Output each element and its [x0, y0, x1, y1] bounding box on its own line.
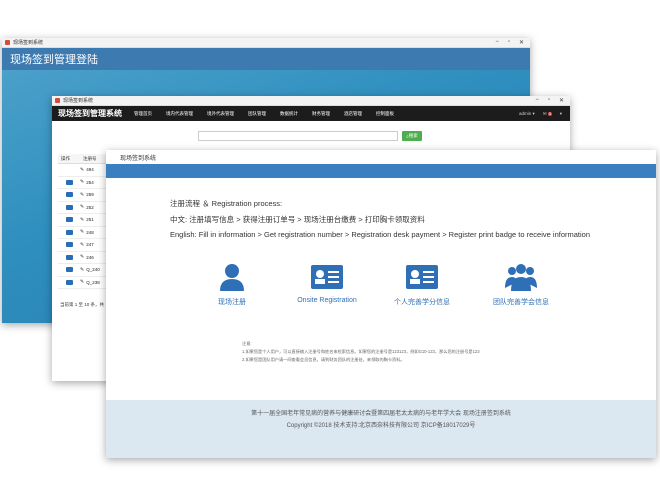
screenshot-stage: 现场签到系统 − ▫ ✕ 现场签到管理登陆 现场签到系统 − ▫ ✕ 现场签到管…: [0, 0, 660, 500]
process-chinese: 中文: 注册填写信息 > 获得注册订单号 > 现场注册台缴费 > 打印胸卡领取资…: [170, 214, 425, 224]
menu-item-hotel[interactable]: 酒店管理: [344, 111, 362, 117]
maximize-icon[interactable]: ▫: [548, 97, 550, 104]
registration-number: 259: [86, 192, 94, 198]
edit-icon[interactable]: ✎: [80, 167, 84, 173]
edit-icon[interactable]: ✎: [80, 179, 84, 185]
printer-icon[interactable]: [65, 229, 73, 235]
printer-icon[interactable]: [65, 254, 73, 260]
brand-title: 现场签到管理系统: [58, 109, 122, 118]
footer-copyright: Copyright ©2018 技术支持:北京西奈科技有限公司 京ICP备180…: [286, 423, 476, 429]
registration-number: 254: [86, 179, 94, 185]
menu-item-domestic[interactable]: 境内代表管理: [166, 111, 193, 117]
team-society-link[interactable]: 团队完善学会信息: [481, 262, 561, 307]
onsite-register-link[interactable]: 现场注册: [202, 262, 262, 307]
edit-icon[interactable]: ✎: [80, 279, 84, 285]
edit-icon[interactable]: ✎: [80, 217, 84, 223]
registration-number: 251: [86, 217, 94, 223]
pagination-info: 当前第 1 至 10 条，共: [60, 302, 105, 307]
process-title: 注册流程 ＆ Registration process:: [170, 199, 283, 208]
window-title: 现场签到系统: [63, 98, 94, 104]
personal-credits-link[interactable]: 个人完善学分信息: [382, 262, 462, 307]
printer-icon[interactable]: [65, 179, 73, 185]
group-icon: [505, 264, 537, 291]
login-header: 现场签到管理登陆: [2, 48, 530, 70]
close-icon[interactable]: ✕: [519, 39, 524, 46]
registration-number: 248: [86, 229, 94, 235]
registration-window-titlebar: 现场签到系统: [106, 150, 656, 164]
window-title: 现场签到系统: [13, 40, 44, 46]
registration-number: 247: [86, 242, 94, 248]
user-menu[interactable]: admin ▾: [519, 111, 535, 117]
maximize-icon[interactable]: ▫: [508, 39, 510, 46]
minimize-icon[interactable]: −: [535, 97, 539, 104]
app-icon: [55, 98, 60, 103]
id-card-icon: [311, 265, 343, 289]
icon-label: 现场注册: [218, 299, 246, 306]
login-page-title: 现场签到管理登陆: [10, 54, 98, 66]
column-header-regno: 注册号: [83, 155, 97, 161]
registration-number: 252: [86, 204, 94, 210]
management-window-titlebar: 现场签到系统 − ▫ ✕: [52, 96, 570, 106]
edit-icon[interactable]: ✎: [80, 254, 84, 260]
edit-icon[interactable]: ✎: [80, 204, 84, 210]
main-menu: 管理首页 境内代表管理 境外代表管理 团队管理 数据统计 财务管理 酒店管理 控…: [134, 111, 394, 117]
chevron-down-icon[interactable]: ▾: [560, 111, 562, 117]
search-bar: ⌕ 搜索: [198, 131, 422, 141]
id-card-icon: [406, 265, 438, 289]
onsite-registration-link[interactable]: Onsite Registration: [282, 262, 372, 304]
footer-event-title: 第十一届全国老年常见病的营养与健康研讨会暨第四届老太太病的与老年学大会 现场注册…: [251, 411, 511, 417]
printer-icon[interactable]: [65, 242, 73, 248]
edit-icon[interactable]: ✎: [80, 229, 84, 235]
printer-icon[interactable]: [65, 192, 73, 198]
registration-number: Q_240: [86, 267, 100, 273]
search-input[interactable]: [198, 131, 398, 141]
icon-label: 团队完善学会信息: [493, 299, 549, 306]
menu-item-control-panel[interactable]: 控制面板: [376, 111, 394, 117]
notification-badge: 3: [547, 111, 552, 116]
note-line: 2.如果您是团队用户请一间查看会员信息，请到财务团队的注册处，来领取的胸卡资料。: [242, 357, 405, 362]
minimize-icon[interactable]: −: [495, 39, 499, 46]
menu-item-home[interactable]: 管理首页: [134, 111, 152, 117]
column-header-actions: 操作: [61, 155, 70, 161]
top-navbar: 现场签到管理系统 管理首页 境内代表管理 境外代表管理 团队管理 数据统计 财务…: [52, 106, 570, 121]
edit-icon[interactable]: ✎: [80, 242, 84, 248]
app-icon: [5, 40, 10, 45]
header-band: [106, 164, 656, 178]
notification-icon[interactable]: ✉ 3: [543, 111, 552, 117]
printer-icon[interactable]: [65, 204, 73, 210]
menu-item-finance[interactable]: 财务管理: [312, 111, 330, 117]
user-area: admin ▾ ✉ 3 ▾: [519, 111, 570, 117]
printer-icon[interactable]: [65, 267, 73, 273]
registration-number: 246: [86, 254, 94, 260]
note-line: 1.如果您是个人用户，可以直接输入注册号和姓名来检索信息。如果您的注册号是123…: [242, 349, 480, 354]
edit-icon[interactable]: ✎: [80, 192, 84, 198]
icon-label: Onsite Registration: [297, 297, 357, 304]
menu-item-overseas[interactable]: 境外代表管理: [207, 111, 234, 117]
menu-item-teams[interactable]: 团队管理: [248, 111, 266, 117]
login-window-titlebar: 现场签到系统 − ▫ ✕: [2, 38, 530, 48]
window-title: 现场签到系统: [120, 155, 157, 162]
search-button[interactable]: ⌕ 搜索: [402, 131, 422, 141]
registration-window: 现场签到系统 注册流程 ＆ Registration process: 中文: …: [106, 150, 656, 458]
person-icon: [220, 264, 244, 291]
printer-icon[interactable]: [65, 217, 73, 223]
process-english: English: Fill in information > Get regis…: [170, 230, 590, 239]
close-icon[interactable]: ✕: [559, 97, 564, 104]
notes: 注意: 1.如果您是个人用户，可以直接输入注册号和姓名来检索信息。如果您的注册号…: [242, 340, 480, 364]
registration-number: 494: [86, 167, 94, 173]
icon-label: 个人完善学分信息: [394, 299, 450, 306]
edit-icon[interactable]: ✎: [80, 267, 84, 273]
printer-icon[interactable]: [65, 279, 73, 285]
registration-process: 注册流程 ＆ Registration process: 中文: 注册填写信息 …: [170, 196, 590, 243]
page-footer: 第十一届全国老年常见病的营养与健康研讨会暨第四届老太太病的与老年学大会 现场注册…: [106, 400, 656, 458]
notes-title: 注意:: [242, 341, 252, 346]
menu-item-statistics[interactable]: 数据统计: [280, 111, 298, 117]
registration-number: Q_238: [86, 279, 100, 285]
